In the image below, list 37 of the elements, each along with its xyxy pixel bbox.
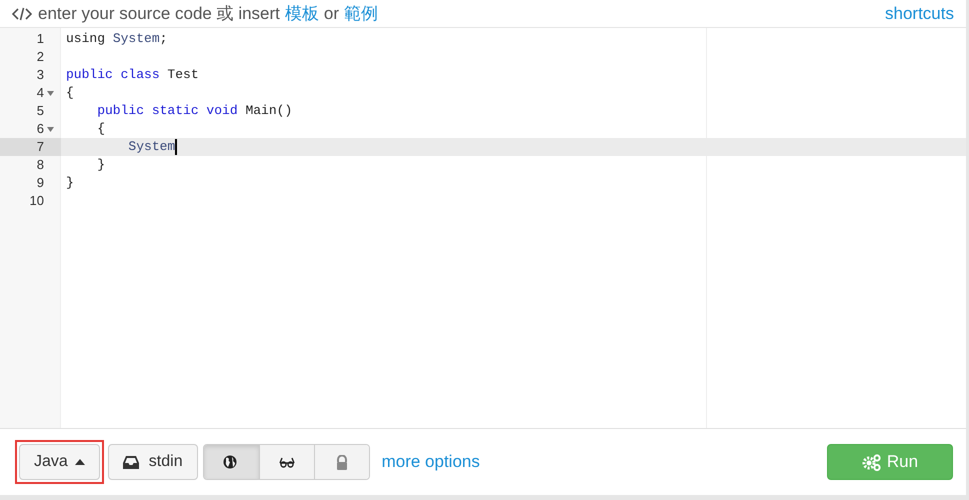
line-number: 2 xyxy=(36,48,44,66)
shortcuts-link[interactable]: shortcuts xyxy=(885,0,954,26)
line-number: 4 xyxy=(36,84,44,102)
line-number: 7 xyxy=(36,138,44,156)
code-icon xyxy=(12,6,32,20)
gears-icon xyxy=(862,454,881,470)
code-line: using System; xyxy=(66,30,168,48)
inbox-icon xyxy=(122,456,139,468)
code-line: } xyxy=(96,156,106,174)
code-line: } xyxy=(66,174,74,192)
line-number: 8 xyxy=(36,156,44,174)
stdin-button[interactable]: stdin xyxy=(108,444,198,480)
prompt-text: enter your source code 或 insert xyxy=(38,2,280,25)
fold-icon[interactable] xyxy=(47,90,54,96)
line-number: 3 xyxy=(36,66,44,84)
example-link[interactable]: 範例 xyxy=(344,0,378,26)
line-number: 6 xyxy=(36,120,44,138)
fold-icon[interactable] xyxy=(47,126,54,132)
toggle-button[interactable] xyxy=(314,445,369,479)
line-number: 1 xyxy=(36,30,44,48)
code-line: public static void Main() xyxy=(96,102,292,120)
code-line: public class Test xyxy=(66,66,199,84)
code-line: { xyxy=(66,84,74,102)
line-number: 10 xyxy=(28,192,44,210)
toggle-button[interactable] xyxy=(258,445,314,479)
globe-icon xyxy=(223,454,240,470)
toggle-button[interactable] xyxy=(204,445,259,479)
code-line: { xyxy=(96,120,106,138)
caret-icon xyxy=(74,459,85,465)
language-dropdown-button[interactable]: Java xyxy=(19,444,100,480)
template-link[interactable]: 模板 xyxy=(284,0,319,26)
more-options-link[interactable]: more options xyxy=(382,449,480,475)
joiner-text: or xyxy=(324,2,340,25)
run-button[interactable]: Run xyxy=(827,444,953,480)
line-number: 5 xyxy=(36,102,44,120)
line-number: 9 xyxy=(36,174,44,192)
code-line: System xyxy=(127,138,176,156)
